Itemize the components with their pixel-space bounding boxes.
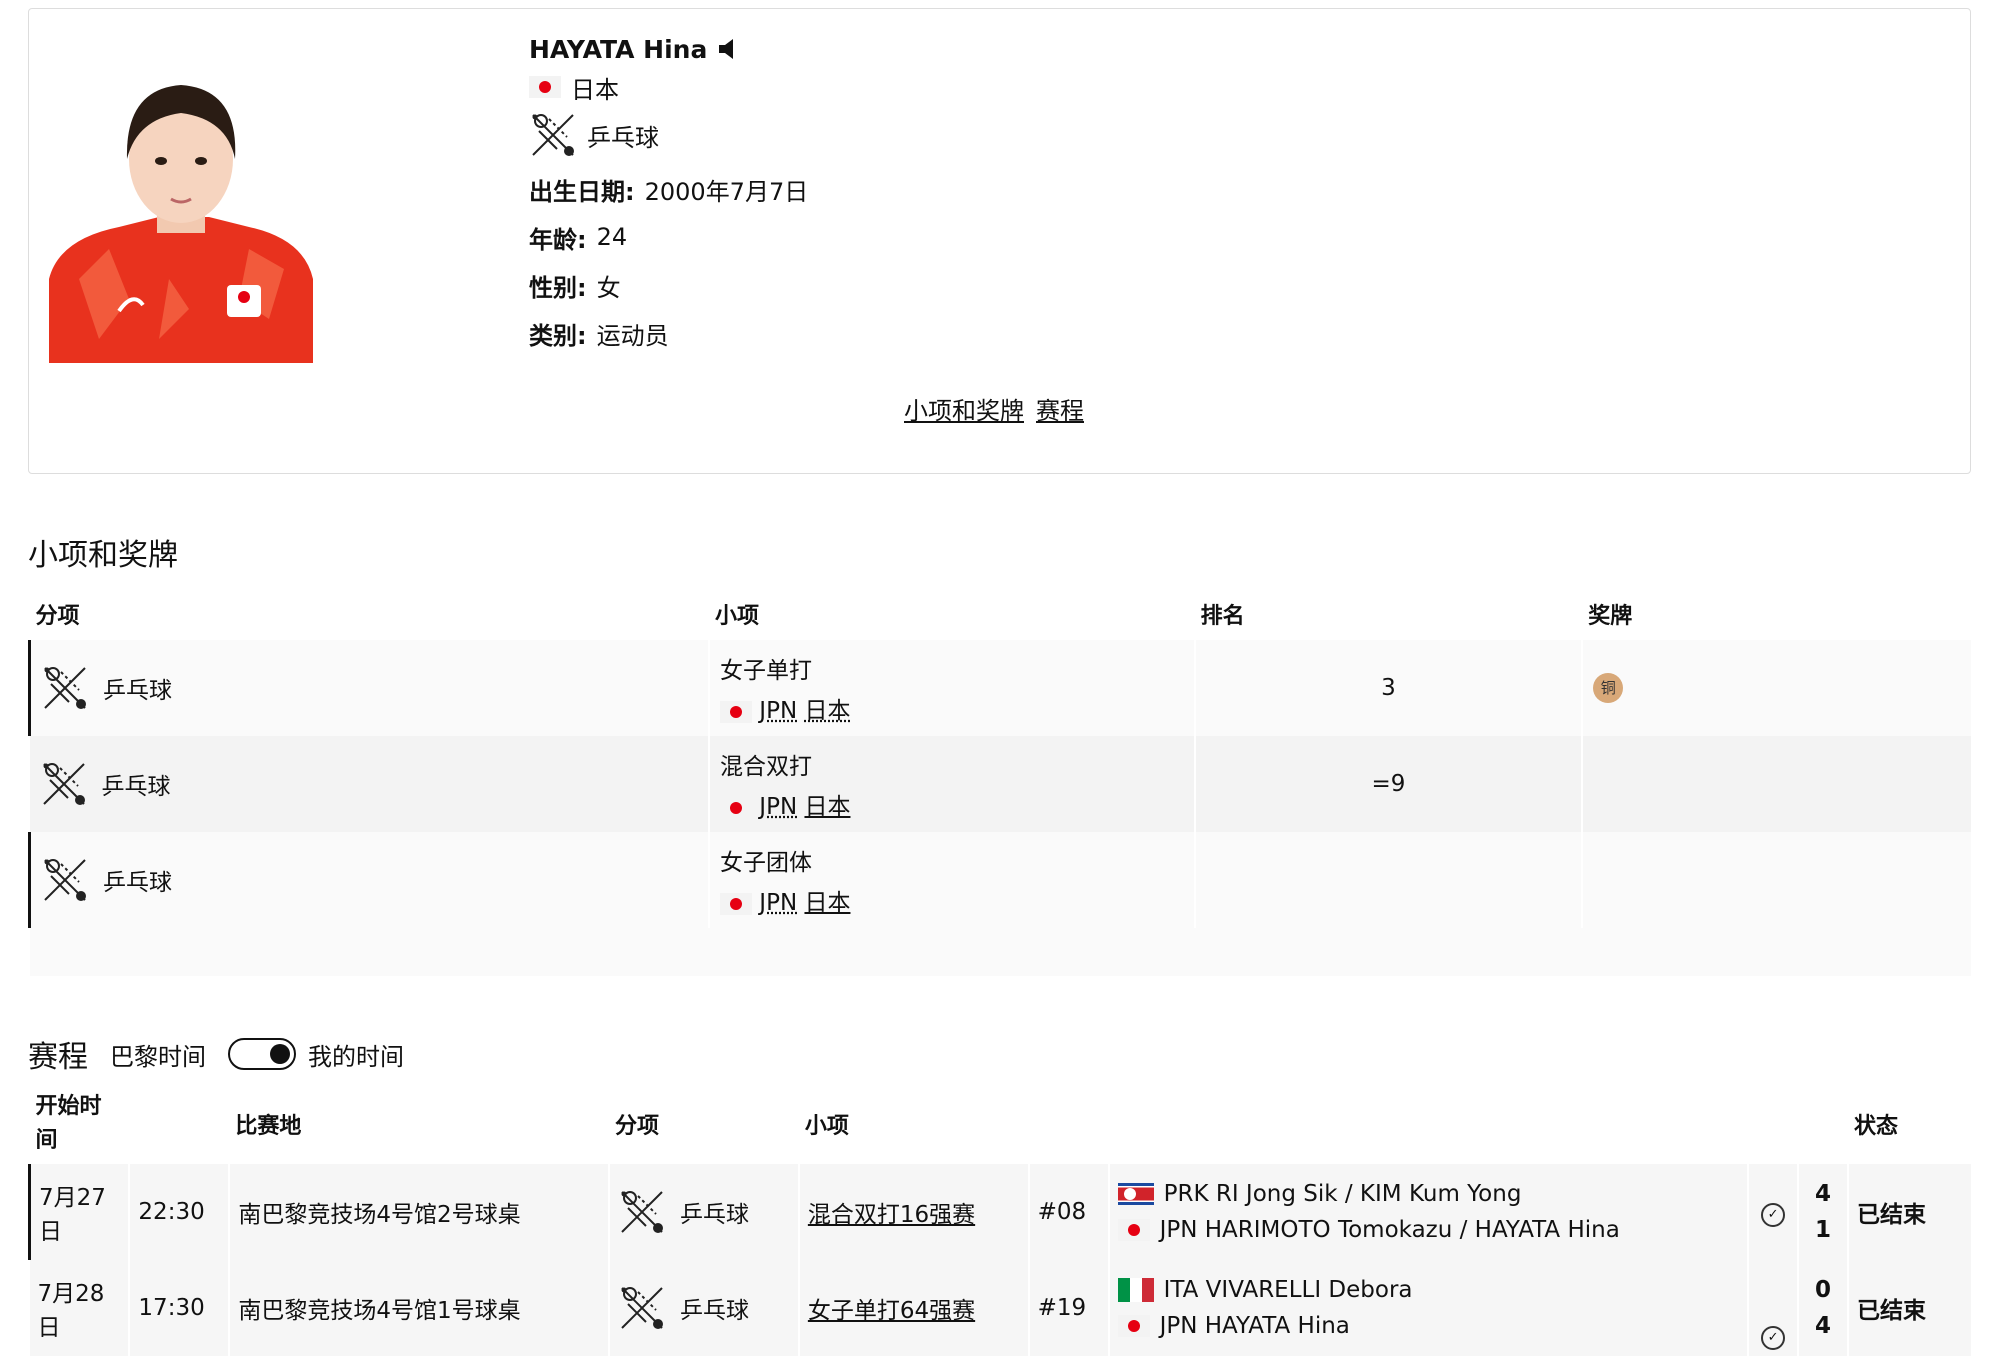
events-table: 分项 小项 排名 奖牌 乒乓球 女子单打 JPN 日本 3 铜 乒乓球 混合双打…	[27, 588, 1971, 976]
row-venue: 南巴黎竞技场4号馆1号球桌	[228, 1260, 609, 1356]
row-rank: =9	[1193, 736, 1583, 832]
prk-flag-icon	[1117, 1183, 1154, 1205]
header-event: 小项	[714, 604, 759, 629]
row-noc: JPN	[759, 890, 798, 916]
japan-flag-icon	[719, 700, 752, 723]
row-date: 7月27日	[28, 1164, 130, 1260]
header-venue: 比赛地	[235, 1114, 302, 1139]
table-tennis-icon	[531, 113, 575, 157]
table-tennis-icon	[42, 762, 86, 806]
birth-value: 2000年7月7日	[644, 177, 809, 206]
row-noc: JPN	[759, 698, 798, 724]
events-medals-link[interactable]: 小项和奖牌	[904, 391, 1024, 426]
row-discipline: 乒乓球	[679, 1298, 749, 1324]
age-value: 24	[596, 223, 628, 251]
table-tennis-icon	[43, 858, 87, 902]
row-noc: JPN	[759, 794, 798, 820]
type-value: 运动员	[596, 321, 669, 350]
schedule-row[interactable]: 7月28日 17:30 南巴黎竞技场4号馆1号球桌 乒乓球 女子单打64强赛 #…	[29, 1260, 1971, 1356]
schedule-section-title: 赛程	[28, 1040, 88, 1075]
ita-flag-icon	[1117, 1278, 1154, 1302]
row-match-number: #08	[1027, 1164, 1109, 1260]
age-label: 年龄:	[529, 225, 587, 254]
row-country: 日本	[804, 698, 851, 724]
status-badge: 已结束	[1847, 1164, 1971, 1260]
japan-flag-icon	[1117, 1315, 1150, 1337]
score2: 1	[1815, 1217, 1832, 1243]
winner-check-icon: ✓	[1761, 1202, 1786, 1227]
schedule-row[interactable]: 7月27日 22:30 南巴黎竞技场4号馆2号球桌 乒乓球 混合双打16强赛 #…	[28, 1164, 1971, 1260]
status-badge: 已结束	[1847, 1260, 1971, 1356]
japan-flag-icon	[719, 796, 752, 819]
athlete-photo	[49, 49, 313, 363]
japan-flag-icon	[1117, 1219, 1150, 1241]
type-label: 类别:	[529, 321, 587, 350]
row-discipline: 乒乓球	[103, 678, 172, 704]
time-zone-toggle[interactable]	[228, 1038, 296, 1070]
row-time: 17:30	[128, 1260, 230, 1356]
row-rank: 3	[1193, 640, 1583, 736]
score1: 0	[1815, 1277, 1832, 1303]
japan-flag-icon	[529, 76, 561, 98]
row-discipline: 乒乓球	[679, 1202, 749, 1228]
row-date: 7月28日	[29, 1260, 130, 1356]
header-rank: 排名	[1200, 604, 1245, 629]
row-event: 混合双打	[719, 754, 812, 780]
bronze-medal-badge: 铜	[1593, 673, 1624, 703]
schedule-table: 开始时间 比赛地 分项 小项 状态 7月27日 22:30 南巴黎竞技场4号馆2…	[28, 1084, 1971, 1356]
athlete-country: 日本	[571, 75, 619, 104]
row-discipline: 乒乓球	[101, 774, 171, 800]
header-discipline: 分项	[614, 1114, 659, 1139]
row-country-link[interactable]: 日本	[804, 890, 850, 916]
row-match-number: #19	[1027, 1260, 1109, 1356]
athlete-sport: 乒乓球	[587, 123, 659, 152]
row-event: 女子单打	[719, 658, 812, 684]
schedule-link[interactable]: 赛程	[1036, 391, 1084, 426]
row-time: 22:30	[128, 1164, 230, 1260]
header-status: 状态	[1854, 1114, 1899, 1139]
team2: JPN HARIMOTO Tomokazu / HAYATA Hina	[1159, 1217, 1620, 1243]
paris-time-label: 巴黎时间	[110, 1042, 206, 1071]
athlete-card: HAYATA Hina 日本 乒乓球 出生日期: 2000年7月7日 年龄: 2…	[28, 8, 1971, 474]
table-row: 乒乓球 混合双打 JPN 日本 =9	[29, 736, 1971, 832]
table-row: 乒乓球 女子团体 JPN 日本	[27, 832, 1971, 928]
gender-value: 女	[596, 273, 621, 302]
team1: ITA VIVARELLI Debora	[1163, 1277, 1413, 1303]
events-section-title: 小项和奖牌	[28, 538, 178, 573]
header-event: 小项	[804, 1114, 849, 1139]
header-medal: 奖牌	[1588, 604, 1633, 629]
header-start-time: 开始时间	[35, 1094, 102, 1153]
speaker-icon[interactable]	[717, 37, 739, 61]
team1: PRK RI Jong Sik / KIM Kum Yong	[1163, 1181, 1522, 1207]
table-tennis-icon	[620, 1286, 664, 1330]
table-tennis-icon	[620, 1190, 664, 1234]
winner-check-icon: ✓	[1761, 1326, 1786, 1350]
my-time-label: 我的时间	[308, 1042, 404, 1071]
row-discipline: 乒乓球	[103, 870, 172, 896]
gender-label: 性别:	[529, 273, 587, 302]
table-row: 乒乓球 女子单打 JPN 日本 3 铜	[27, 640, 1971, 736]
row-country-link[interactable]: 日本	[804, 794, 850, 820]
birth-label: 出生日期:	[529, 177, 635, 206]
team2: JPN HAYATA Hina	[1159, 1313, 1350, 1339]
row-venue: 南巴黎竞技场4号馆2号球桌	[228, 1164, 609, 1260]
japan-flag-icon	[719, 892, 752, 915]
athlete-name: HAYATA Hina	[529, 34, 708, 64]
row-event-link[interactable]: 女子单打64强赛	[808, 1298, 975, 1324]
score1: 4	[1815, 1181, 1832, 1207]
row-event: 女子团体	[719, 850, 812, 876]
score2: 4	[1815, 1313, 1832, 1339]
row-event-link[interactable]: 混合双打16强赛	[808, 1202, 975, 1228]
table-tennis-icon	[43, 666, 87, 710]
header-discipline: 分项	[35, 604, 80, 629]
